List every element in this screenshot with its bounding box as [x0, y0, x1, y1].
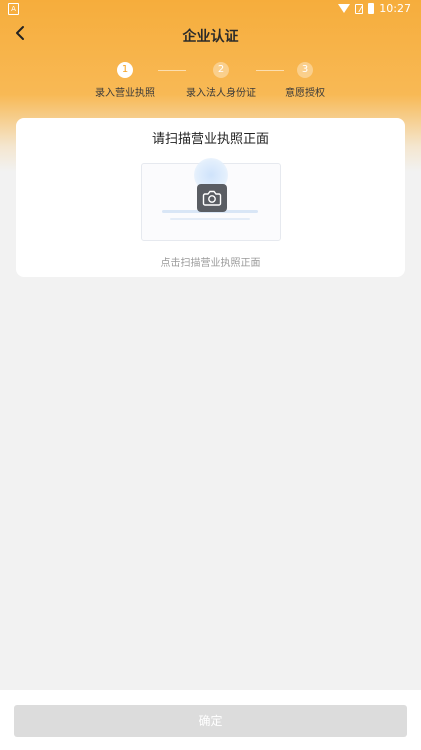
scan-license-area[interactable] — [141, 158, 281, 241]
step-1-label: 录入营业执照 — [95, 88, 155, 99]
status-bar: A 10:27 — [0, 0, 421, 18]
camera-icon — [202, 190, 222, 206]
step-connector — [158, 70, 186, 71]
wifi-icon — [338, 4, 351, 13]
page-title: 企业认证 — [182, 29, 239, 45]
license-placeholder-line — [170, 218, 250, 220]
step-1-indicator: 1 — [117, 62, 133, 78]
card-title: 请扫描营业执照正面 — [151, 132, 269, 147]
step-2-label: 录入法人身份证 — [186, 88, 256, 99]
confirm-button[interactable]: 确定 — [14, 705, 407, 737]
no-sim-icon — [355, 3, 364, 14]
status-time: 10:27 — [379, 2, 411, 15]
step-connector — [256, 70, 284, 71]
step-3-label: 意愿授权 — [285, 88, 325, 99]
notification-icon: A — [8, 3, 19, 15]
status-icons: 10:27 — [338, 2, 411, 15]
license-scan-card: 请扫描营业执照正面 点击扫描营业执照正面 — [16, 118, 405, 277]
progress-steps: 1 2 3 录入营业执照 录入法人身份证 意愿授权 — [0, 62, 421, 102]
step-2-indicator: 2 — [213, 62, 229, 78]
scan-hint[interactable]: 点击扫描营业执照正面 — [16, 254, 405, 269]
camera-button[interactable] — [197, 184, 227, 212]
battery-icon — [368, 3, 375, 14]
step-3-indicator: 3 — [297, 62, 313, 78]
footer-bar: 确定 — [0, 690, 421, 750]
